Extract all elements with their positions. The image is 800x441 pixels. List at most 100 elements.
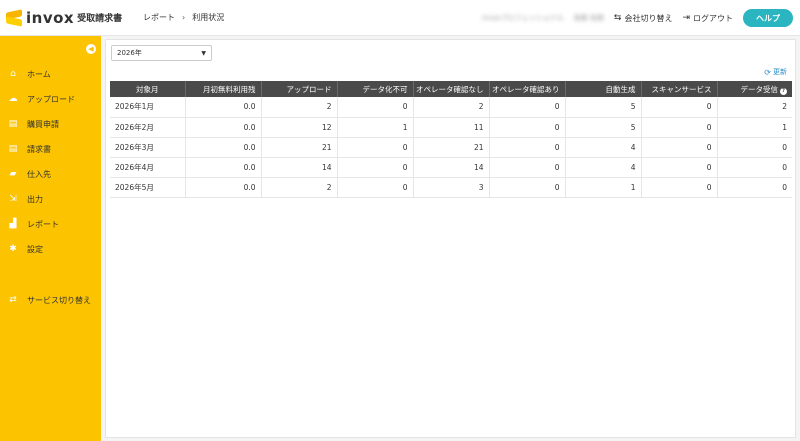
breadcrumb-item-usage: 利用状況 <box>192 13 225 22</box>
sidebar-item-purchase-request[interactable]: ▤ 購買申請 <box>0 115 101 133</box>
column-header-label: データ受信 <box>740 84 779 94</box>
breadcrumb-item-report[interactable]: レポート <box>143 12 175 23</box>
switch-company-icon: ⇆ <box>613 13 622 23</box>
table-cell: 2 <box>717 97 792 118</box>
table-cell: 0 <box>641 117 718 138</box>
year-select[interactable]: 2026年 ▼ <box>111 45 212 61</box>
sidebar-item-label: アップロード <box>27 94 75 104</box>
collapse-sidebar-icon[interactable]: ◀ <box>86 44 96 54</box>
company-name: invoxプロフェッショナル <box>481 14 564 22</box>
table-cell: 12 <box>261 117 338 138</box>
table-cell: 0 <box>337 137 414 158</box>
column-header: 自動生成 <box>565 81 642 97</box>
help-button[interactable]: ヘルプ <box>743 9 793 27</box>
table-cell: 1 <box>717 117 792 138</box>
sidebar-item-switch-service[interactable]: ⇄ サービス切り替え <box>0 291 101 309</box>
caret-down-icon: ▼ <box>201 50 206 57</box>
table-cell: 0.0 <box>185 157 262 178</box>
table-cell: 0 <box>641 157 718 178</box>
truck-icon: ▰ <box>9 169 17 179</box>
table-cell: 0 <box>489 177 566 198</box>
table-cell: 0 <box>717 177 792 198</box>
refresh-label: 更新 <box>773 68 787 76</box>
chart-icon: ▟ <box>9 219 17 229</box>
sidebar-item-label: レポート <box>27 219 59 229</box>
table-cell: 0 <box>489 137 566 158</box>
table-cell: 0 <box>489 97 566 118</box>
table-cell: 5 <box>565 97 642 118</box>
table-cell-month: 2026年2月 <box>110 117 186 138</box>
main-content: 2026年 ▼ ⟳ 更新 対象月 月初無料利用残 アップロード データ化不可 オ… <box>101 36 800 441</box>
table-cell: 2 <box>261 177 338 198</box>
sidebar-item-report[interactable]: ▟ レポート <box>0 215 101 233</box>
gear-icon: ✱ <box>9 244 17 254</box>
table-cell: 21 <box>261 137 338 158</box>
table-cell: 0 <box>337 157 414 178</box>
table-row: 2026年3月 0.0 21 0 21 0 4 0 0 <box>110 137 792 158</box>
document-icon: ▤ <box>8 119 18 129</box>
table-cell: 0 <box>641 137 718 158</box>
app-header: invox 受取請求書 レポート › 利用状況 invoxプロフェッショナル 後… <box>0 0 800 36</box>
switch-company-button[interactable]: ⇆ 会社切り替え <box>614 13 673 24</box>
logout-button[interactable]: ⇥ ログアウト <box>682 13 733 24</box>
table-header-row: 対象月 月初無料利用残 アップロード データ化不可 オペレータ確認なし オペレー… <box>110 81 792 97</box>
table-cell: 14 <box>413 157 490 178</box>
table-cell: 0 <box>489 117 566 138</box>
logout-label: ログアウト <box>693 13 733 23</box>
table-row: 2026年1月 0.0 2 0 2 0 5 0 2 <box>110 97 792 118</box>
switch-company-label: 会社切り替え <box>624 13 673 23</box>
document-icon: ▤ <box>8 144 18 154</box>
chevron-right-icon: › <box>182 13 186 22</box>
export-icon: ⇲ <box>9 194 17 204</box>
column-header: オペレータ確認あり <box>489 81 566 97</box>
table-cell: 14 <box>261 157 338 178</box>
table-row: 2026年2月 0.0 12 1 11 0 5 0 1 <box>110 117 792 138</box>
sidebar-item-label: 設定 <box>27 244 43 254</box>
sidebar-item-home[interactable]: ⌂ ホーム <box>0 65 101 83</box>
table-cell: 1 <box>565 177 642 198</box>
header-actions: invoxプロフェッショナル 後藤 佑樹 ⇆ 会社切り替え ⇥ ログアウト ヘル… <box>482 0 800 36</box>
sidebar-item-settings[interactable]: ✱ 設定 <box>0 240 101 258</box>
table-cell: 2 <box>413 97 490 118</box>
sidebar: ◀ ⌂ ホーム ☁ アップロード ▤ 購買申請 ▤ 請求書 ▰ 仕入先 ⇲ 出力… <box>0 36 101 441</box>
table-cell: 0 <box>717 137 792 158</box>
table-cell: 5 <box>565 117 642 138</box>
switch-icon: ⇄ <box>9 295 17 305</box>
table-row: 2026年5月 0.0 2 0 3 0 1 0 0 <box>110 177 792 198</box>
sidebar-item-label: ホーム <box>27 69 51 79</box>
column-header-data-received: データ受信? <box>717 81 792 97</box>
refresh-button[interactable]: ⟳ 更新 <box>764 67 787 77</box>
help-circle-icon[interactable]: ? <box>780 87 787 95</box>
breadcrumb: レポート › 利用状況 <box>143 12 224 23</box>
logo-text: invox <box>26 8 75 27</box>
sidebar-item-invoices[interactable]: ▤ 請求書 <box>0 140 101 158</box>
table-cell: 0.0 <box>185 177 262 198</box>
app-logo[interactable]: invox 受取請求書 <box>0 9 130 27</box>
table-row: 2026年4月 0.0 14 0 14 0 4 0 0 <box>110 157 792 178</box>
logout-icon: ⇥ <box>682 13 690 23</box>
table-cell-month: 2026年1月 <box>110 97 186 118</box>
sidebar-item-export[interactable]: ⇲ 出力 <box>0 190 101 208</box>
year-select-value: 2026年 <box>117 49 142 57</box>
refresh-icon: ⟳ <box>764 67 771 77</box>
sidebar-item-label: サービス切り替え <box>27 295 91 305</box>
home-icon: ⌂ <box>10 69 16 79</box>
column-header: データ化不可 <box>337 81 414 97</box>
table-cell-month: 2026年5月 <box>110 177 186 198</box>
sidebar-item-label: 出力 <box>27 194 43 204</box>
sidebar-item-label: 購買申請 <box>27 119 59 129</box>
column-header: オペレータ確認なし <box>413 81 490 97</box>
table-cell: 0 <box>489 157 566 178</box>
sidebar-item-suppliers[interactable]: ▰ 仕入先 <box>0 165 101 183</box>
table-body: 2026年1月 0.0 2 0 2 0 5 0 2 2026年2月 0.0 12 1 11 0 5 0 1 2026… <box>110 97 792 198</box>
table-cell: 4 <box>565 137 642 158</box>
table-cell-month: 2026年4月 <box>110 157 186 178</box>
table-cell-month: 2026年3月 <box>110 137 186 158</box>
table-cell: 0 <box>641 177 718 198</box>
cloud-upload-icon: ☁ <box>8 94 18 104</box>
table-cell: 0 <box>337 97 414 118</box>
sidebar-item-upload[interactable]: ☁ アップロード <box>0 90 101 108</box>
column-header: アップロード <box>261 81 338 97</box>
table-cell: 11 <box>413 117 490 138</box>
table-cell: 21 <box>413 137 490 158</box>
